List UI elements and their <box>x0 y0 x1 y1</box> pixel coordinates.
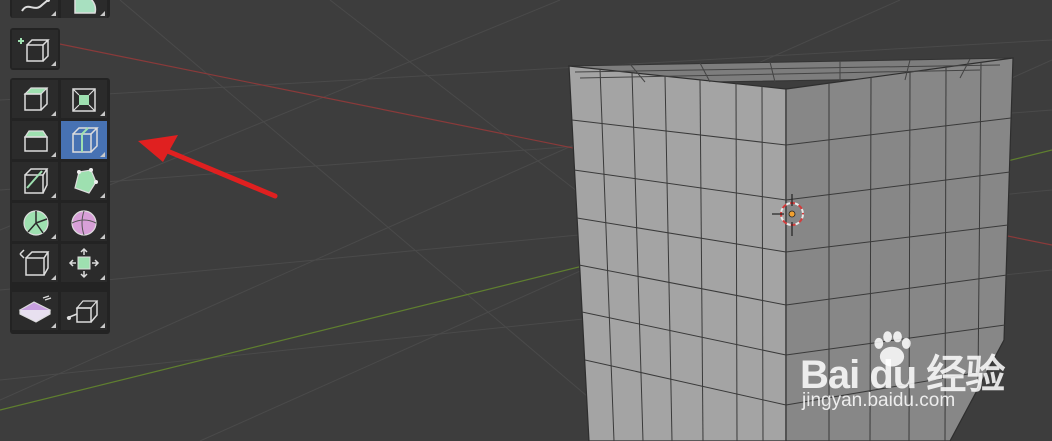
baidu-jingyan-watermark: Bai du 经验 jingyan.baidu.com <box>800 330 1005 420</box>
tool-measure[interactable] <box>61 0 107 18</box>
measure-icon <box>74 0 97 14</box>
tool-knife[interactable] <box>12 162 58 200</box>
red-arrow-annotation <box>138 135 278 199</box>
tool-smooth[interactable] <box>61 203 107 241</box>
watermark-url: jingyan.baidu.com <box>802 390 956 411</box>
tool-loop-cut[interactable] <box>61 121 107 159</box>
tool-spin[interactable] <box>12 203 58 241</box>
tool-poly-build[interactable] <box>61 162 107 200</box>
tool-edge-slide[interactable] <box>12 244 58 282</box>
tool-annotate[interactable] <box>12 0 58 18</box>
tool-extrude-region[interactable] <box>12 80 58 118</box>
tool-rip-region[interactable] <box>61 292 107 330</box>
tool-shrink-fatten[interactable] <box>61 244 107 282</box>
tool-add-cube[interactable] <box>12 30 58 68</box>
tool-bevel[interactable] <box>12 121 58 159</box>
3d-viewport[interactable]: Bai du 经验 jingyan.baidu.com <box>0 0 1052 441</box>
tool-inset-faces[interactable] <box>61 80 107 118</box>
tool-shear[interactable] <box>12 292 58 330</box>
annotate-curve-icon <box>21 0 50 12</box>
